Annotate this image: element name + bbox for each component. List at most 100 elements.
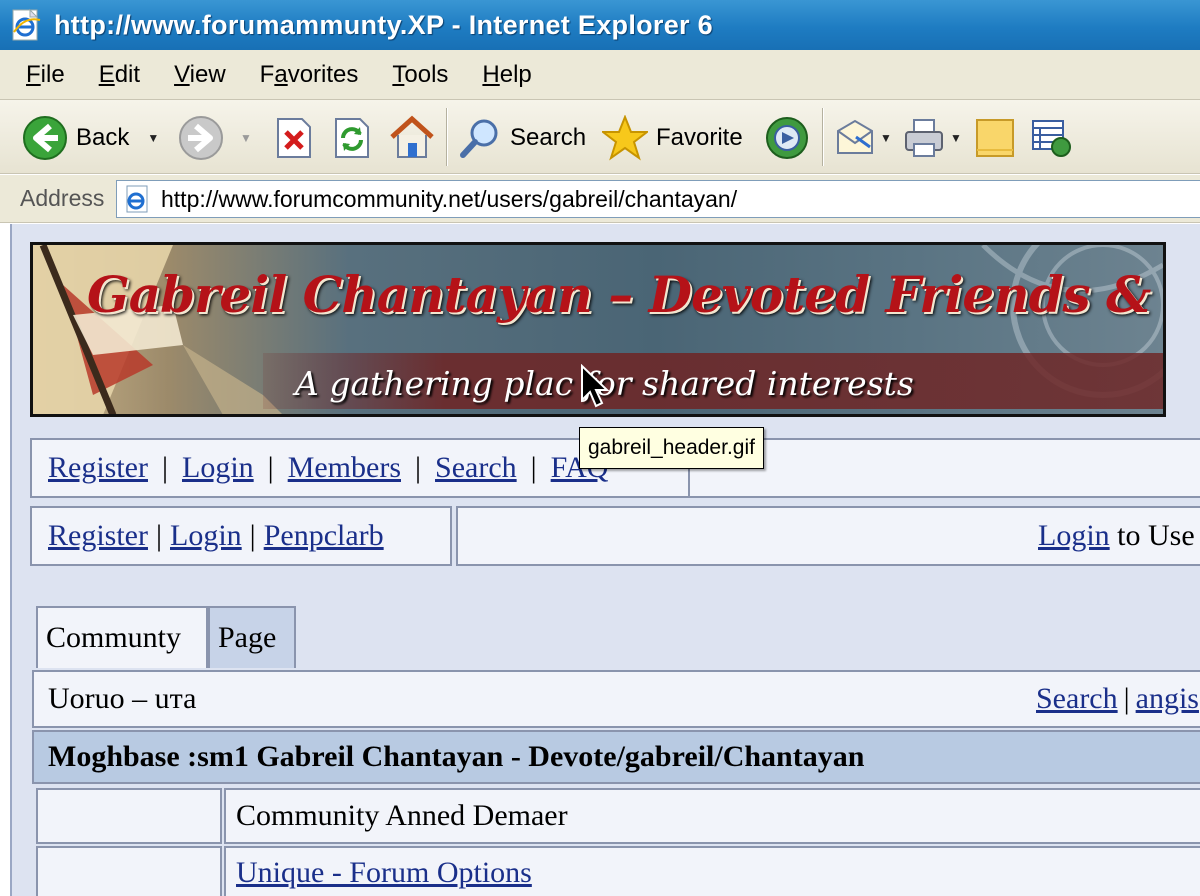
home-button[interactable] (388, 110, 436, 166)
menu-edit[interactable]: Edit (99, 61, 140, 89)
edit-button[interactable] (974, 110, 1016, 166)
forward-dropdown-icon[interactable]: ▼ (240, 131, 252, 145)
forward-button[interactable]: ▼ (178, 110, 252, 166)
image-tooltip: gabreil_header.gif (579, 427, 764, 469)
nav-login-link[interactable]: Login (182, 451, 254, 485)
menu-view-accel: V (174, 60, 190, 88)
info-separator: | (1123, 682, 1130, 715)
toolbar-separator (822, 108, 824, 166)
web-page-content: Gabreil Chantayan – Devoted Friends & Fo… (10, 224, 1200, 896)
info-search-link[interactable]: Search (1036, 682, 1118, 715)
back-dropdown-icon[interactable]: ▼ (147, 131, 159, 145)
media-button[interactable] (764, 110, 810, 166)
info-bar-links: Search | angis (1036, 682, 1199, 716)
tab-community[interactable]: Communty (36, 606, 208, 668)
menu-file-rest: ile (40, 60, 65, 88)
address-input[interactable]: http://www.forumcommunity.net/users/gabr… (116, 180, 1200, 218)
info-right-link[interactable]: angis (1136, 682, 1199, 715)
nav-separator: | (267, 451, 274, 484)
discuss-icon (1032, 120, 1071, 157)
forum-heading-bar: Moghbase :sm1 Gabreil Chantayan - Devote… (32, 730, 1200, 784)
internet-explorer-icon (12, 8, 41, 41)
title-bar: http://www.forumammunty.XP - Internet Ex… (0, 0, 1200, 50)
mail-button[interactable]: ▼ (834, 110, 892, 166)
menu-tools-accel: T (392, 60, 405, 88)
forum-options-link[interactable]: Unique - Forum Options (236, 856, 532, 890)
print-button[interactable]: ▼ (902, 110, 962, 166)
back-label: Back (76, 124, 130, 151)
refresh-button[interactable] (332, 110, 372, 166)
forward-arrow-icon (179, 116, 223, 160)
home-icon (390, 115, 434, 158)
nav-separator: | (161, 451, 168, 484)
menu-tools-rest: ools (404, 60, 449, 88)
nav-separator: | (530, 451, 537, 484)
info-bar-text: Uoruo – uта (48, 682, 197, 715)
menu-favorites-accel: a (274, 60, 288, 88)
tab-page[interactable]: Page (208, 606, 296, 668)
window-title: http://www.forumammunty.XP - Internet Ex… (54, 9, 713, 40)
nav-search-link[interactable]: Search (435, 451, 517, 485)
register-link[interactable]: Register (48, 519, 148, 553)
print-dropdown-icon[interactable]: ▼ (950, 131, 962, 145)
toolbar: Back ▼ ▼ Search Favorite ▼ ▼ (0, 100, 1200, 174)
search-icon (460, 119, 498, 158)
mail-dropdown-icon[interactable]: ▼ (880, 131, 892, 145)
tab-page-label: Page (218, 621, 277, 654)
menu-favorites-rest: vorites (287, 60, 359, 88)
login-prompt: Login to Use (1038, 519, 1195, 553)
stop-icon (277, 118, 311, 158)
printer-icon (905, 119, 943, 157)
mouse-cursor-icon (581, 364, 610, 408)
user-links-box: Register | Login | Penpclarb (30, 506, 452, 566)
menu-favorites-pre: F (259, 60, 275, 88)
search-button[interactable]: Search (458, 110, 586, 166)
menu-bar: File Edit View Favorites Tools Help (0, 50, 1200, 100)
menu-file[interactable]: File (26, 61, 65, 89)
table-row-1-left-cell (36, 788, 222, 844)
menu-help-rest: elp (499, 60, 532, 88)
address-bar: Address http://www.forumcommunity.net/us… (0, 175, 1200, 223)
table-row-1-right-cell: Community Anned Demaer (224, 788, 1200, 844)
nav-members-link[interactable]: Members (288, 451, 401, 485)
refresh-icon (335, 118, 369, 158)
login-prompt-box: Login to Use (456, 506, 1200, 566)
menu-file-accel: F (26, 60, 41, 88)
menu-edit-rest: dit (114, 60, 141, 88)
mail-icon (837, 119, 873, 154)
table-row-2-right-cell: Unique - Forum Options (224, 846, 1200, 896)
media-icon (766, 117, 808, 159)
login-prompt-link[interactable]: Login (1038, 519, 1110, 552)
note-icon (976, 119, 1014, 157)
nav-separator: | (415, 451, 422, 484)
favorites-button[interactable]: Favorite (602, 110, 743, 166)
tab-community-label: Communty (46, 621, 182, 654)
menu-favorites[interactable]: Favorites (260, 61, 359, 89)
link-separator: | (249, 519, 256, 552)
login-prompt-suffix: to Use (1117, 519, 1195, 552)
stop-button[interactable] (274, 110, 314, 166)
back-button[interactable]: Back ▼ (22, 110, 159, 166)
menu-view-rest: iew (189, 60, 226, 88)
link-separator: | (155, 519, 162, 552)
menu-edit-accel: E (98, 60, 115, 88)
forum-heading-text: Moghbase :sm1 Gabreil Chantayan - Devote… (48, 740, 865, 773)
penpclarb-link[interactable]: Penpclarb (264, 519, 384, 553)
messenger-button[interactable] (1030, 110, 1072, 166)
back-arrow-icon (23, 116, 67, 160)
table-row-2-left-cell (36, 846, 222, 896)
main-nav-filler (690, 438, 1200, 498)
info-bar: Uoruo – uта Search | angis (32, 670, 1200, 728)
search-label: Search (510, 124, 587, 151)
page-icon (126, 185, 148, 213)
menu-view[interactable]: View (174, 61, 226, 89)
nav-register-link[interactable]: Register (48, 451, 148, 485)
star-icon (602, 115, 648, 161)
toolbar-separator (446, 108, 448, 166)
address-url: http://www.forumcommunity.net/users/gabr… (161, 185, 738, 212)
banner-title: Gabreil Chantayan – Devoted Friends & Fo… (87, 265, 1163, 324)
menu-help[interactable]: Help (482, 61, 531, 89)
login-link[interactable]: Login (170, 519, 242, 553)
menu-help-accel: H (482, 60, 500, 88)
menu-tools[interactable]: Tools (392, 61, 448, 89)
